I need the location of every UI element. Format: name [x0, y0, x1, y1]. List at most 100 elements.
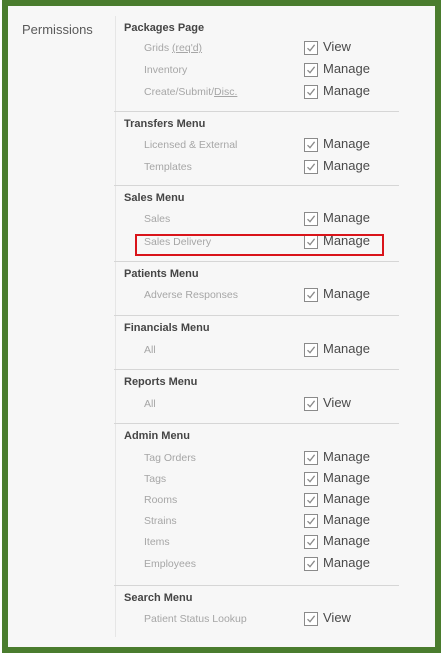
permission-row-admin-menu-tag-orders: Tag Orders Manage: [114, 449, 399, 469]
permission-label-link[interactable]: (req'd): [172, 42, 202, 54]
permission-checkbox[interactable]: [304, 212, 318, 226]
section-title-search-menu: Search Menu: [124, 592, 193, 604]
checkmark-icon: [307, 163, 316, 171]
permission-row-transfers-menu-licensed-external: Licensed & External Manage: [114, 136, 399, 156]
permission-label-text: Templates: [144, 161, 192, 173]
permission-checkbox[interactable]: [304, 557, 318, 571]
section-divider: [114, 369, 399, 370]
permission-checkbox[interactable]: [304, 41, 318, 55]
permissions-label: Permissions: [22, 22, 93, 37]
checkmark-icon: [307, 141, 316, 149]
section-divider: [114, 585, 399, 586]
section-title-financials-menu: Financials Menu: [124, 322, 210, 334]
permission-action-label: Manage: [323, 61, 370, 76]
permission-action-label: Manage: [323, 136, 370, 151]
permission-row-packages-page-create-submit-disc: Create/Submit/Disc. Manage: [114, 83, 399, 103]
permission-checkbox[interactable]: [304, 535, 318, 549]
permission-label: Licensed & External: [144, 139, 237, 151]
permission-label: All: [144, 344, 156, 356]
permission-label: Grids (req'd): [144, 42, 202, 54]
permission-label-text: Items: [144, 536, 170, 548]
permission-action-label: Manage: [323, 158, 370, 173]
permission-row-search-menu-patient-status-lookup: Patient Status Lookup View: [114, 610, 399, 630]
section-divider: [114, 185, 399, 186]
section-title-sales-menu: Sales Menu: [124, 192, 185, 204]
permission-label-text: Adverse Responses: [144, 289, 238, 301]
permission-label: Patient Status Lookup: [144, 613, 247, 625]
permission-checkbox[interactable]: [304, 397, 318, 411]
permission-label-text: Inventory: [144, 64, 188, 76]
permission-action-label: Manage: [323, 555, 370, 570]
checkmark-icon: [307, 517, 316, 525]
section-divider: [114, 261, 399, 262]
section-divider: [114, 315, 399, 316]
permission-checkbox[interactable]: [304, 343, 318, 357]
permission-row-admin-menu-rooms: Rooms Manage: [114, 491, 399, 511]
permission-action-label: Manage: [323, 470, 370, 485]
permission-action-label: Manage: [323, 491, 370, 506]
permission-action-label: Manage: [323, 533, 370, 548]
permission-label-text: Licensed & External: [144, 139, 238, 151]
permission-label-text: All: [144, 344, 156, 356]
section-title-packages-page: Packages Page: [124, 22, 205, 34]
permission-label: Items: [144, 536, 170, 548]
permission-action-label: Manage: [323, 83, 370, 98]
permission-label: Tags: [144, 473, 166, 485]
permission-row-financials-menu-all: All Manage: [114, 341, 399, 361]
permission-action-label: Manage: [323, 512, 370, 527]
permission-checkbox[interactable]: [304, 451, 318, 465]
permission-action-label: Manage: [323, 449, 370, 464]
permission-checkbox[interactable]: [304, 612, 318, 626]
permission-label-text: Patient Status Lookup: [144, 613, 247, 625]
permission-label: Employees: [144, 558, 196, 570]
checkmark-icon: [307, 454, 316, 462]
permission-checkbox[interactable]: [304, 160, 318, 174]
checkmark-icon: [307, 560, 316, 568]
permission-label: Create/Submit/Disc.: [144, 86, 237, 98]
permission-label: All: [144, 398, 156, 410]
permission-row-sales-menu-sales: Sales Manage: [114, 210, 399, 230]
section-title-reports-menu: Reports Menu: [124, 376, 198, 388]
permission-row-packages-page-inventory: Inventory Manage: [114, 61, 399, 81]
permission-checkbox[interactable]: [304, 514, 318, 528]
checkmark-icon: [307, 66, 316, 74]
permission-row-admin-menu-strains: Strains Manage: [114, 512, 399, 532]
checkmark-icon: [307, 44, 316, 52]
checkmark-icon: [307, 615, 316, 623]
permission-action-label: View: [323, 610, 351, 625]
permission-row-patients-menu-adverse-responses: Adverse Responses Manage: [114, 286, 399, 306]
permission-label: Adverse Responses: [144, 289, 238, 301]
permission-label-text: Employees: [144, 558, 196, 570]
permission-action-label: Manage: [323, 341, 370, 356]
permission-label: Rooms: [144, 494, 177, 506]
permission-label-link[interactable]: Disc.: [214, 86, 237, 98]
checkmark-icon: [307, 475, 316, 483]
permission-label-text: Tag Orders: [144, 452, 196, 464]
permission-checkbox[interactable]: [304, 138, 318, 152]
permission-label-text: Grids: [144, 42, 173, 54]
permission-checkbox[interactable]: [304, 472, 318, 486]
checkmark-icon: [307, 215, 316, 223]
checkmark-icon: [307, 400, 316, 408]
section-divider: [114, 423, 399, 424]
checkmark-icon: [307, 538, 316, 546]
permission-action-label: Manage: [323, 210, 370, 225]
checkmark-icon: [307, 496, 316, 504]
permission-row-packages-page-grids-req-d: Grids (req'd) View: [114, 39, 399, 59]
permission-label-text: Sales: [144, 213, 171, 225]
permission-action-label: Manage: [323, 286, 370, 301]
section-title-transfers-menu: Transfers Menu: [124, 118, 206, 130]
permission-checkbox[interactable]: [304, 63, 318, 77]
permission-checkbox[interactable]: [304, 85, 318, 99]
section-divider: [114, 111, 399, 112]
permission-label-text: Strains: [144, 515, 177, 527]
permission-action-label: View: [323, 395, 351, 410]
permission-label: Strains: [144, 515, 177, 527]
permission-label: Inventory: [144, 64, 187, 76]
permission-row-transfers-menu-templates: Templates Manage: [114, 158, 399, 178]
permission-row-admin-menu-employees: Employees Manage: [114, 555, 399, 575]
permission-label: Templates: [144, 161, 192, 173]
permission-checkbox[interactable]: [304, 288, 318, 302]
permission-checkbox[interactable]: [304, 493, 318, 507]
permission-label-text: Tags: [144, 473, 167, 485]
